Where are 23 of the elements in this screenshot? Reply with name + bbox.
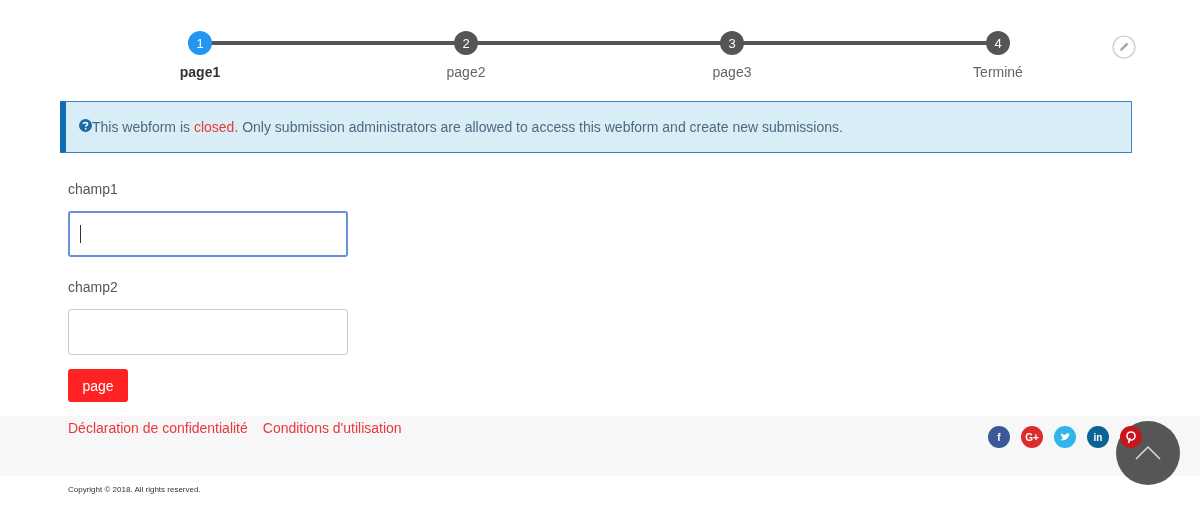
step-label: page2 — [446, 64, 486, 80]
field-label: champ2 — [68, 279, 119, 295]
social-button[interactable]: G+ — [1021, 426, 1043, 448]
social-button[interactable]: f — [988, 426, 1010, 448]
page-button[interactable]: page — [68, 369, 128, 402]
input-field[interactable] — [68, 211, 348, 257]
social-button[interactable]: in — [1087, 426, 1109, 448]
step-label: page1 — [179, 64, 221, 80]
alert-message: This webform is closed. Only submission administrators are allowed to access this webform and create new submissions. — [92, 119, 843, 135]
field-label: champ1 — [68, 181, 119, 197]
pencil-icon[interactable] — [1112, 35, 1136, 59]
copyright-text: Copyright © 2018. All rights reserved. — [67, 484, 202, 494]
footer-link[interactable]: Conditions d'utilisation — [262, 420, 402, 436]
step-number[interactable]: 2 — [454, 31, 478, 55]
step-label: Terminé — [973, 64, 1023, 80]
step-number[interactable]: 3 — [720, 31, 744, 55]
question-icon — [79, 118, 92, 132]
step-number[interactable]: 4 — [986, 31, 1010, 55]
input-field[interactable] — [68, 309, 348, 355]
footer-link[interactable]: Déclaration de confidentialité — [68, 420, 248, 436]
bird-icon[interactable] — [1054, 426, 1076, 448]
step-label: page3 — [712, 64, 752, 80]
scroll-top-button[interactable] — [1116, 421, 1180, 485]
